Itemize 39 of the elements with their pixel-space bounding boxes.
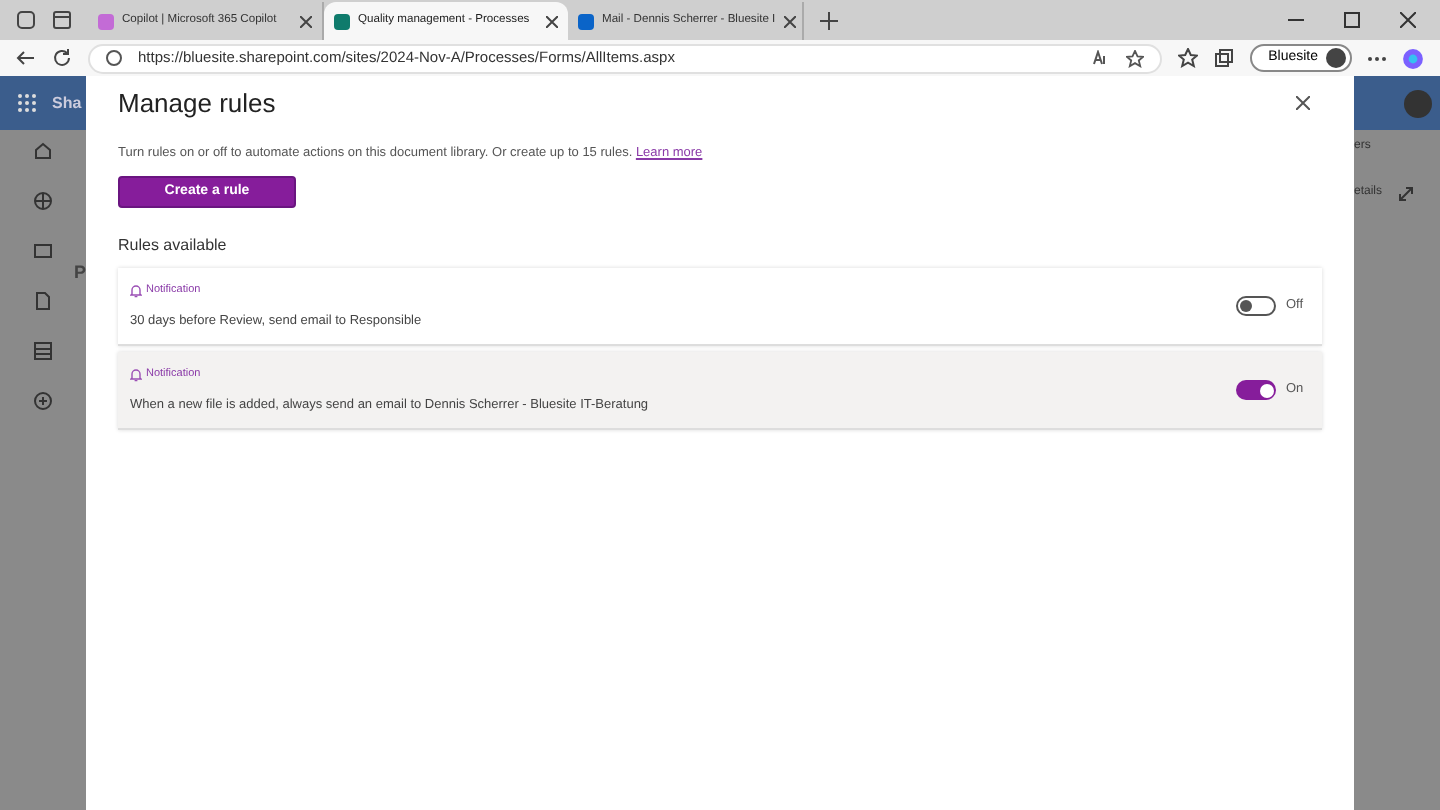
bell-icon: [130, 283, 142, 298]
home-icon[interactable]: [34, 142, 52, 160]
toggle-switch[interactable]: [1236, 380, 1276, 401]
site-icon: [578, 13, 594, 29]
site-icon: [334, 13, 350, 29]
list-icon[interactable]: [34, 342, 52, 360]
news-icon[interactable]: [34, 242, 52, 260]
read-aloud-icon[interactable]: [1092, 50, 1111, 66]
workspaces-icon[interactable]: [16, 10, 36, 30]
star-icon[interactable]: [1126, 49, 1145, 67]
back-icon[interactable]: [16, 48, 36, 68]
close-icon[interactable]: [783, 15, 796, 27]
panel-title: Manage rules: [118, 86, 276, 122]
site-icon: [98, 13, 114, 29]
close-icon[interactable]: [300, 15, 312, 27]
close-icon[interactable]: [546, 15, 558, 27]
globe-icon[interactable]: [34, 192, 52, 210]
maximize-icon[interactable]: [1344, 12, 1360, 28]
close-icon[interactable]: [1400, 12, 1416, 28]
toggle-switch[interactable]: [1236, 296, 1276, 317]
add-icon[interactable]: [34, 392, 52, 410]
page-heading: P: [74, 260, 87, 286]
avatar-icon: [1404, 89, 1432, 117]
bell-icon: [130, 367, 142, 382]
avatar-icon: [1326, 48, 1346, 68]
info-icon: [106, 50, 122, 66]
collections-icon[interactable]: [1214, 48, 1235, 68]
tab-actions-icon[interactable]: [52, 10, 72, 30]
app-launcher-icon[interactable]: [18, 94, 36, 112]
more-icon[interactable]: [1368, 55, 1386, 61]
site-title: Sha: [52, 91, 82, 115]
new-tab-icon[interactable]: [820, 12, 838, 30]
refresh-icon[interactable]: [52, 48, 72, 68]
close-icon[interactable]: [1296, 96, 1310, 110]
expand-icon[interactable]: [1398, 185, 1415, 201]
document-icon[interactable]: [34, 292, 52, 310]
favorites-icon[interactable]: [1178, 48, 1199, 68]
copilot-icon[interactable]: [1402, 47, 1424, 69]
section-title: Rules available: [118, 234, 229, 259]
